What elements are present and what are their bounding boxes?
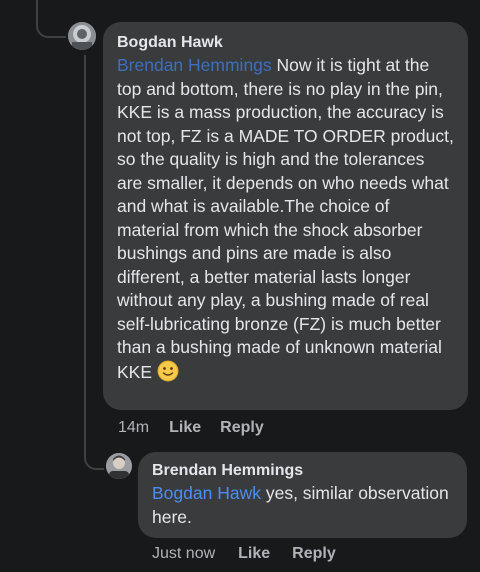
- like-button[interactable]: Like: [238, 545, 270, 563]
- thread-connector-line-reply: [84, 55, 86, 435]
- comment-author[interactable]: Brendan Hemmings: [152, 460, 453, 482]
- avatar-bogdan-hawk[interactable]: [68, 22, 96, 50]
- reply-actions: Just now Like Reply: [152, 545, 336, 563]
- thread-connector-elbow-reply: [84, 430, 104, 470]
- comment-text: Now it is tight at the top and bottom, t…: [117, 55, 454, 382]
- comment-timestamp[interactable]: 14m: [118, 419, 149, 437]
- like-button[interactable]: Like: [169, 419, 201, 437]
- comment-thread: Bogdan Hawk Brendan Hemmings Now it is t…: [0, 0, 480, 572]
- slightly-smiling-face-icon: [157, 360, 179, 382]
- avatar-brendan-hemmings[interactable]: [106, 453, 132, 479]
- reply-bubble: Brendan Hemmings Bogdan Hawk yes, simila…: [138, 452, 467, 538]
- comment-author[interactable]: Bogdan Hawk: [117, 32, 454, 54]
- comment-body: Bogdan Hawk yes, similar observation her…: [152, 482, 453, 529]
- reply-button[interactable]: Reply: [220, 419, 264, 437]
- mention-link[interactable]: Bogdan Hawk: [152, 483, 261, 503]
- comment-actions: 14m Like Reply: [118, 419, 264, 437]
- comment-bubble: Bogdan Hawk Brendan Hemmings Now it is t…: [103, 22, 468, 410]
- comment-timestamp[interactable]: Just now: [152, 545, 215, 563]
- avatar-image: [106, 453, 132, 479]
- thread-connector-elbow: [36, 0, 66, 38]
- avatar-image: [68, 22, 96, 50]
- comment-body: Brendan Hemmings Now it is tight at the …: [117, 54, 454, 384]
- reply-button[interactable]: Reply: [292, 545, 336, 563]
- mention-link[interactable]: Brendan Hemmings: [117, 55, 272, 75]
